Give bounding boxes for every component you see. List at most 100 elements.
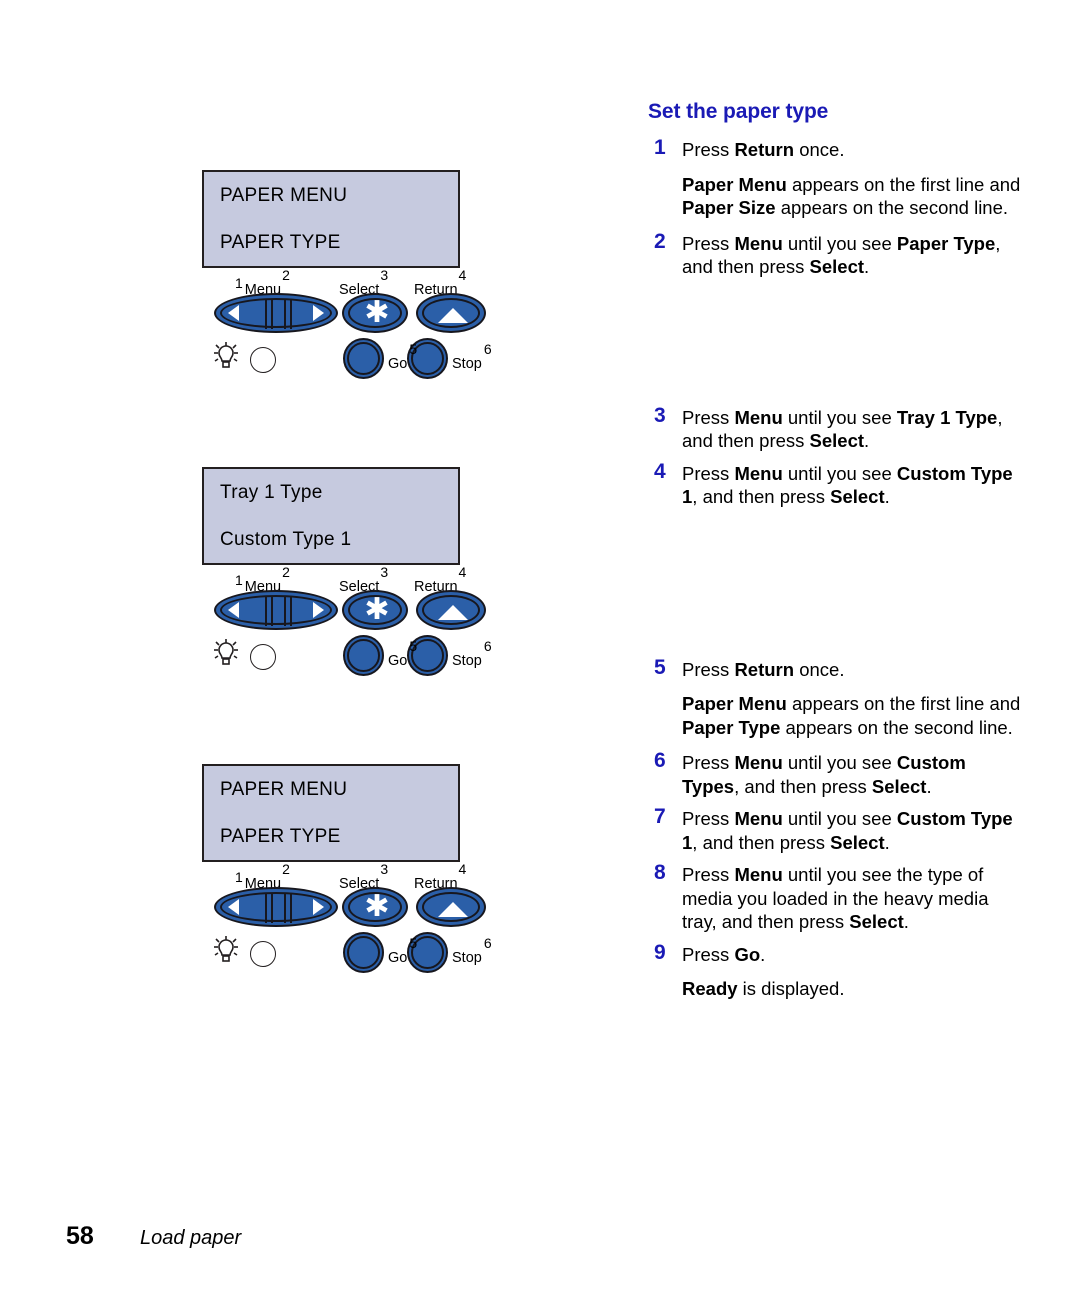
go-label-text: Go bbox=[388, 355, 408, 372]
step-number: 6 bbox=[654, 749, 666, 772]
go-number: 5 bbox=[409, 935, 418, 952]
step-text: Press Go. bbox=[682, 943, 766, 965]
stop-number: 6 bbox=[483, 935, 492, 952]
return-button[interactable] bbox=[416, 887, 486, 927]
return-number: 4 bbox=[458, 564, 467, 581]
light-bulb-icon bbox=[214, 936, 238, 962]
rocker-divider-icon bbox=[271, 596, 273, 626]
step-number: 8 bbox=[654, 861, 666, 884]
step-text: Press Menu until you see Paper Type, and… bbox=[682, 232, 1001, 278]
select-button[interactable]: ✱ bbox=[342, 293, 408, 333]
control-panel-figure-2: Tray 1 Type Custom Type 1 1 Menu2 Select3… bbox=[202, 467, 502, 682]
rocker-divider-icon bbox=[290, 893, 292, 923]
step-item: 5 Press Return once. bbox=[648, 655, 1028, 682]
go-button[interactable] bbox=[343, 932, 384, 973]
layout-spacer bbox=[648, 518, 1028, 658]
go-button[interactable] bbox=[343, 338, 384, 379]
step-number: 9 bbox=[654, 940, 666, 964]
step-item: 2 Press Menu until you see Paper Type, a… bbox=[648, 229, 1028, 279]
secondary-button-row: Go5 Stop6 bbox=[202, 634, 492, 682]
lcd-line-2: PAPER TYPE bbox=[220, 826, 341, 847]
rocker-divider-icon bbox=[290, 299, 292, 329]
step-text: Press Menu until you see Custom Types, a… bbox=[682, 752, 966, 797]
return-button[interactable] bbox=[416, 590, 486, 630]
layout-spacer bbox=[648, 288, 1028, 406]
step-item: 9 Press Go. bbox=[648, 940, 1028, 967]
menu-button[interactable] bbox=[214, 293, 338, 333]
rocker-divider-icon bbox=[265, 596, 267, 626]
step-item: 8 Press Menu until you see the type of m… bbox=[648, 861, 1028, 934]
primary-button-row: ✱ bbox=[202, 885, 492, 931]
rocker-divider-icon bbox=[284, 299, 286, 329]
menu-button[interactable] bbox=[214, 887, 338, 927]
page-number: 58 bbox=[66, 1222, 94, 1250]
button-label-row: 1 Menu2 Select3 Return4 bbox=[202, 861, 472, 892]
step-item: 6 Press Menu until you see Custom Types,… bbox=[648, 749, 1028, 798]
stop-number: 6 bbox=[483, 638, 492, 655]
go-button-label: Go5 bbox=[388, 638, 417, 669]
step-item: 1 Press Return once. bbox=[648, 136, 1028, 162]
select-button[interactable]: ✱ bbox=[342, 887, 408, 927]
select-number: 3 bbox=[380, 564, 389, 581]
right-arrow-icon bbox=[313, 305, 324, 321]
right-arrow-icon bbox=[313, 899, 324, 915]
up-triangle-icon bbox=[438, 902, 468, 917]
stop-label-text: Stop bbox=[452, 652, 482, 669]
step-number: 4 bbox=[654, 459, 666, 483]
step-number: 2 bbox=[654, 229, 666, 253]
rocker-divider-icon bbox=[265, 893, 267, 923]
indicator-led bbox=[250, 644, 276, 670]
go-button[interactable] bbox=[343, 635, 384, 676]
select-number: 3 bbox=[380, 861, 389, 878]
stop-label-text: Stop bbox=[452, 949, 482, 966]
go-button-ring bbox=[347, 342, 380, 375]
asterisk-icon: ✱ bbox=[364, 592, 390, 627]
light-bulb-icon bbox=[214, 639, 238, 665]
step-note: Paper Menu appears on the first line and… bbox=[682, 693, 1021, 738]
go-number: 5 bbox=[409, 638, 418, 655]
light-bulb-icon bbox=[214, 342, 238, 368]
step-item: 4 Press Menu until you see Custom Type 1… bbox=[648, 459, 1028, 509]
menu-button[interactable] bbox=[214, 590, 338, 630]
button-label-row: 1 Menu2 Select3 Return4 bbox=[202, 267, 472, 298]
lcd-line-1: PAPER MENU bbox=[220, 185, 348, 206]
menu-number-right: 2 bbox=[282, 564, 290, 581]
stop-button-label: Stop6 bbox=[452, 638, 492, 669]
right-arrow-icon bbox=[313, 602, 324, 618]
page-footer: 58 Load paper bbox=[66, 1222, 566, 1251]
step-note: Ready is displayed. bbox=[682, 978, 845, 999]
menu-number-left: 1 bbox=[235, 869, 243, 885]
select-button[interactable]: ✱ bbox=[342, 590, 408, 630]
up-triangle-icon bbox=[438, 308, 468, 323]
left-arrow-icon bbox=[228, 305, 239, 321]
indicator-group bbox=[206, 638, 284, 674]
button-label-row: 1 Menu2 Select3 Return4 bbox=[202, 564, 472, 595]
go-button-ring bbox=[347, 639, 380, 672]
stop-button-label: Stop6 bbox=[452, 341, 492, 372]
step-number: 5 bbox=[654, 655, 666, 679]
lcd-line-1: Tray 1 Type bbox=[220, 482, 323, 503]
menu-number-right: 2 bbox=[282, 861, 290, 878]
indicator-group bbox=[206, 935, 284, 971]
rocker-divider-icon bbox=[284, 596, 286, 626]
left-arrow-icon bbox=[228, 899, 239, 915]
rocker-divider-icon bbox=[271, 299, 273, 329]
lcd-display: PAPER MENU PAPER TYPE bbox=[202, 764, 460, 862]
lcd-line-2: PAPER TYPE bbox=[220, 232, 341, 253]
return-button[interactable] bbox=[416, 293, 486, 333]
return-number: 4 bbox=[458, 267, 467, 284]
secondary-button-row: Go5 Stop6 bbox=[202, 931, 492, 979]
rocker-divider-icon bbox=[284, 893, 286, 923]
go-button-ring bbox=[347, 936, 380, 969]
control-panel-figures: PAPER MENU PAPER TYPE 1 Menu2 Select3 Ret… bbox=[0, 0, 620, 1180]
page-title: Set the paper type bbox=[648, 100, 829, 123]
secondary-button-row: Go5 Stop6 bbox=[202, 337, 492, 385]
step-text: Press Menu until you see Custom Type 1, … bbox=[682, 808, 1013, 853]
stop-number: 6 bbox=[483, 341, 492, 358]
step-item: 7 Press Menu until you see Custom Type 1… bbox=[648, 805, 1028, 854]
lcd-display: Tray 1 Type Custom Type 1 bbox=[202, 467, 460, 565]
rocker-divider-icon bbox=[265, 299, 267, 329]
select-number: 3 bbox=[380, 267, 389, 284]
go-number: 5 bbox=[409, 341, 418, 358]
go-button-label: Go5 bbox=[388, 935, 417, 966]
